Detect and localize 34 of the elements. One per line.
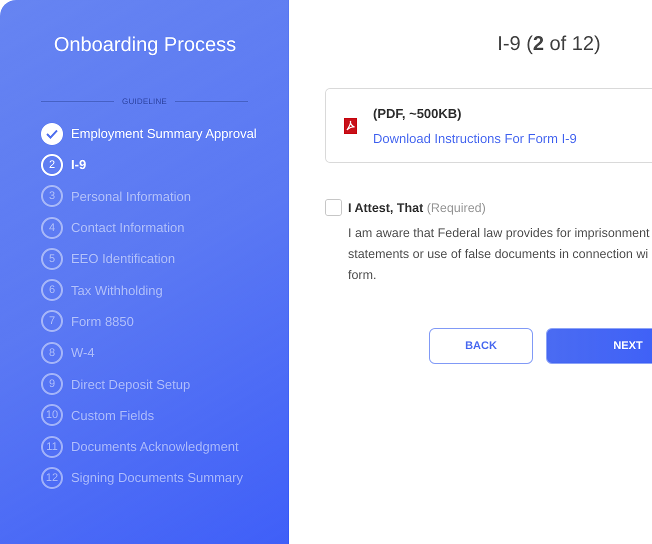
attest-label: I Attest, That (Required)	[348, 200, 486, 214]
attest-text: I am aware that Federal law provides for imprisonment statements or use of false documents in connection wi form.	[348, 225, 651, 284]
step-label[interactable]: EEO Identification	[71, 251, 176, 266]
file-size: (PDF, ~500KB)	[373, 106, 462, 120]
step-number: 10	[41, 404, 63, 426]
next-button[interactable]: NEXT	[546, 328, 652, 364]
step-label[interactable]: Custom Fields	[71, 408, 154, 423]
step-number: 5	[41, 248, 63, 270]
step-label[interactable]: Direct Deposit Setup	[71, 376, 190, 392]
step-label[interactable]: I-9	[71, 157, 86, 172]
step-number: 7	[41, 310, 63, 332]
section-label: GUIDELINE	[122, 97, 167, 106]
step-number: 11	[41, 436, 63, 458]
step-label[interactable]: W-4	[71, 345, 95, 360]
download-link[interactable]: Download Instructions For Form I-9	[373, 130, 577, 146]
back-button[interactable]: BACK	[429, 328, 533, 364]
step-number: 9	[41, 373, 63, 396]
step-label[interactable]: Employment Summary Approval	[71, 126, 257, 142]
step-number: 12	[41, 466, 63, 489]
pdf-icon	[344, 118, 357, 134]
attest-checkbox[interactable]	[325, 199, 342, 216]
page-title: I-9 (2 of 12)	[496, 33, 602, 56]
step-label[interactable]: Form 8850	[71, 314, 134, 329]
step-number: 3	[41, 185, 63, 208]
step-number: 2	[41, 154, 63, 176]
step-label[interactable]: Contact Information	[71, 220, 184, 236]
step-label[interactable]: Documents Acknowledgment	[71, 439, 239, 454]
sidebar-title: Onboarding Process	[53, 34, 237, 57]
step-number: 6	[41, 279, 63, 302]
step-number: 4	[41, 216, 63, 239]
step-number: 8	[41, 342, 63, 364]
step-label[interactable]: Tax Withholding	[71, 282, 163, 298]
step-label[interactable]: Signing Documents Summary	[71, 470, 243, 486]
step-label[interactable]: Personal Information	[71, 188, 191, 204]
